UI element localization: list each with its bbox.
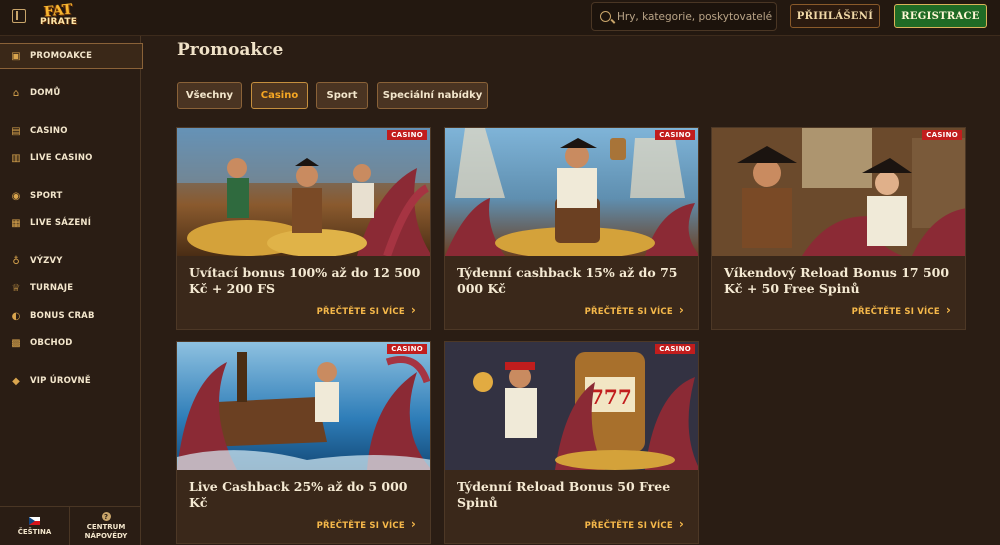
- category-badge: CASINO: [387, 130, 427, 140]
- sidebar-item-live-sazeni[interactable]: ▦ LIVE SÁZENÍ: [0, 210, 141, 236]
- filter-special-offers[interactable]: Speciální nabídky: [377, 82, 488, 109]
- sidebar-item-vyzvy[interactable]: ♁ VÝZVY: [0, 248, 141, 274]
- sidebar-toggle-icon[interactable]: [12, 9, 26, 23]
- category-badge: CASINO: [922, 130, 962, 140]
- sidebar: ▣ PROMOAKCE ⌂ DOMŮ ▤ CASINO ▥ LIVE CASIN…: [0, 36, 143, 545]
- soccer-ball-icon: ◉: [11, 190, 21, 202]
- promo-image: [445, 128, 698, 256]
- promo-image: 777: [445, 342, 698, 470]
- promo-title: Live Cashback 25% až do 5 000 Kč: [189, 479, 408, 510]
- cards-icon: ▥: [11, 152, 21, 164]
- search-placeholder: Hry, kategorie, poskytovatelé: [617, 10, 773, 23]
- challenge-icon: ♁: [12, 255, 20, 267]
- promo-title: Víkendový Reload Bonus 17 500 Kč + 50 Fr…: [724, 265, 950, 296]
- search-input[interactable]: Hry, kategorie, poskytovatelé: [591, 2, 777, 31]
- logo[interactable]: FAT PIRATE: [38, 2, 88, 31]
- filter-casino[interactable]: Casino: [251, 82, 308, 109]
- sidebar-item-promoakce[interactable]: ▣ PROMOAKCE: [0, 43, 143, 69]
- read-more-link[interactable]: PŘEČTĚTE SI VÍCE: [585, 303, 684, 317]
- language-selector[interactable]: ČEŠTINA: [0, 507, 70, 545]
- live-icon: ▦: [11, 217, 21, 229]
- promo-title: Týdenní Reload Bonus 50 Free Spinů: [457, 479, 671, 510]
- sidebar-item-domu[interactable]: ⌂ DOMŮ: [0, 80, 141, 106]
- czech-flag-icon: [29, 516, 40, 525]
- page-title: Promoakce: [177, 40, 284, 60]
- home-icon: ⌂: [12, 87, 20, 99]
- sidebar-item-sport[interactable]: ◉ SPORT: [0, 183, 141, 209]
- trophy-icon: ♕: [11, 282, 21, 294]
- filter-all[interactable]: Všechny: [177, 82, 242, 109]
- slot-machine-icon: ▤: [11, 125, 21, 137]
- svg-text:777: 777: [590, 385, 632, 409]
- login-button[interactable]: PŘIHLÁŠENÍ: [790, 4, 880, 28]
- read-more-link[interactable]: PŘEČTĚTE SI VÍCE: [852, 303, 951, 317]
- promo-title: Týdenní cashback 15% až do 75 000 Kč: [457, 265, 678, 296]
- promo-image: [712, 128, 965, 256]
- promo-image: [177, 342, 430, 470]
- sidebar-item-vip[interactable]: ◆ VIP ÚROVNĚ: [0, 368, 141, 394]
- top-header: FAT PIRATE Hry, kategorie, poskytovatelé…: [0, 0, 1000, 36]
- register-button[interactable]: REGISTRACE: [894, 4, 987, 28]
- help-icon: ?: [101, 512, 111, 521]
- promo-image: [177, 128, 430, 256]
- promo-card[interactable]: CASINO Víkendový Reload Bonus 17 500 Kč …: [711, 127, 966, 330]
- category-badge: CASINO: [655, 344, 695, 354]
- read-more-link[interactable]: PŘEČTĚTE SI VÍCE: [317, 303, 416, 317]
- category-badge: CASINO: [387, 344, 427, 354]
- sidebar-item-obchod[interactable]: ▩ OBCHOD: [0, 330, 141, 356]
- promo-card[interactable]: 777 CASINO Týdenní Reload Bonus 50 Free …: [444, 341, 699, 544]
- sidebar-footer: ČEŠTINA ? CENTRUM NÁPOVĚDY: [0, 506, 141, 545]
- sidebar-item-casino[interactable]: ▤ CASINO: [0, 118, 141, 144]
- search-icon: [600, 11, 611, 22]
- crab-icon: ◐: [11, 310, 21, 322]
- shop-icon: ▩: [11, 337, 21, 349]
- read-more-link[interactable]: PŘEČTĚTE SI VÍCE: [317, 517, 416, 531]
- diamond-icon: ◆: [12, 375, 20, 387]
- promo-card[interactable]: CASINO Týdenní cashback 15% až do 75 000…: [444, 127, 699, 330]
- gift-icon: ▣: [11, 50, 21, 62]
- read-more-link[interactable]: PŘEČTĚTE SI VÍCE: [585, 517, 684, 531]
- sidebar-item-bonus-crab[interactable]: ◐ BONUS CRAB: [0, 303, 141, 329]
- sidebar-item-live-casino[interactable]: ▥ LIVE CASINO: [0, 145, 141, 171]
- promo-card[interactable]: CASINO Uvítací bonus 100% až do 12 500 K…: [176, 127, 431, 330]
- help-center-button[interactable]: ? CENTRUM NÁPOVĚDY: [71, 507, 141, 545]
- promo-card[interactable]: CASINO Live Cashback 25% až do 5 000 Kč …: [176, 341, 431, 544]
- sidebar-item-turnaje[interactable]: ♕ TURNAJE: [0, 275, 141, 301]
- category-badge: CASINO: [655, 130, 695, 140]
- filter-sport[interactable]: Sport: [316, 82, 368, 109]
- promo-title: Uvítací bonus 100% až do 12 500 Kč + 200…: [189, 265, 421, 296]
